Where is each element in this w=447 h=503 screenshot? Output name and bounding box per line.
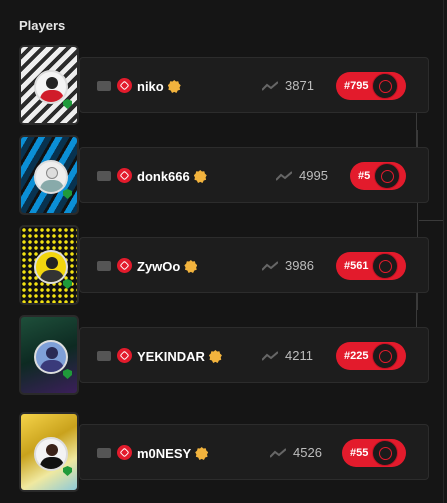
flag-icon <box>97 81 111 91</box>
avatar-portrait <box>34 340 68 374</box>
player-name[interactable]: ZywOo <box>137 259 180 274</box>
player-card[interactable]: m0NESY 4526 #55 <box>79 424 429 480</box>
verified-icon <box>208 350 222 363</box>
faceit-level-icon <box>117 348 132 363</box>
faceit-level-icon <box>117 168 132 183</box>
avatar-portrait <box>34 250 68 284</box>
player-name-wrap[interactable]: m0NESY <box>137 446 209 461</box>
flag-icon <box>97 448 111 458</box>
shield-icon <box>63 279 72 289</box>
divider <box>443 0 444 503</box>
shield-icon <box>63 466 72 476</box>
player-name[interactable]: niko <box>137 79 164 94</box>
rank-badge-icon <box>374 163 401 189</box>
trend-icon <box>262 351 278 361</box>
player-name[interactable]: donk666 <box>137 169 190 184</box>
avatar[interactable] <box>19 412 79 492</box>
bracket-connector <box>419 220 443 221</box>
rank-value: #561 <box>344 260 369 272</box>
elo-value: 4526 <box>293 445 322 460</box>
avatar[interactable] <box>19 315 79 395</box>
elo-value: 4995 <box>299 168 328 183</box>
verified-icon <box>184 260 198 273</box>
rank-pill[interactable]: #561 <box>336 252 406 280</box>
trend-icon <box>270 448 286 458</box>
rank-badge-icon <box>372 73 399 99</box>
faceit-level-icon <box>117 78 132 93</box>
flag-icon <box>97 261 111 271</box>
verified-icon <box>167 80 181 93</box>
rank-value: #225 <box>344 350 369 362</box>
player-name[interactable]: YEKINDAR <box>137 349 205 364</box>
avatar[interactable] <box>19 135 79 215</box>
elo-value: 4211 <box>285 348 313 363</box>
shield-icon <box>63 99 72 109</box>
rank-pill[interactable]: #55 <box>342 439 406 467</box>
rank-pill[interactable]: #5 <box>350 162 406 190</box>
avatar-portrait <box>34 437 68 471</box>
shield-icon <box>63 189 72 199</box>
trend-icon <box>262 261 278 271</box>
rank-value: #795 <box>344 80 369 92</box>
rank-pill[interactable]: #795 <box>336 72 406 100</box>
flag-icon <box>97 171 111 181</box>
player-card[interactable]: YEKINDAR 4211 #225 <box>79 327 429 383</box>
elo-value: 3871 <box>285 78 314 93</box>
section-title: Players <box>19 18 66 33</box>
player-name[interactable]: m0NESY <box>137 446 191 461</box>
trend-icon <box>262 81 278 91</box>
player-name-wrap[interactable]: donk666 <box>137 169 207 184</box>
avatar[interactable] <box>19 45 79 125</box>
avatar-portrait <box>34 70 68 104</box>
rank-badge-icon <box>372 440 399 466</box>
rank-value: #55 <box>350 447 369 459</box>
avatar-portrait <box>34 160 68 194</box>
verified-icon <box>193 170 207 183</box>
rank-pill[interactable]: #225 <box>336 342 406 370</box>
rank-value: #5 <box>358 170 371 182</box>
flag-icon <box>97 351 111 361</box>
trend-icon <box>276 171 292 181</box>
shield-icon <box>63 369 72 379</box>
verified-icon <box>195 447 209 460</box>
player-card[interactable]: ZywOo 3986 #561 <box>79 237 429 293</box>
faceit-level-icon <box>117 258 132 273</box>
player-card[interactable]: donk666 4995 #5 <box>79 147 429 203</box>
rank-badge-icon <box>372 343 399 369</box>
avatar[interactable] <box>19 225 79 305</box>
player-name-wrap[interactable]: ZywOo <box>137 259 198 274</box>
player-name-wrap[interactable]: YEKINDAR <box>137 349 222 364</box>
faceit-level-icon <box>117 445 132 460</box>
player-card[interactable]: niko 3871 #795 <box>79 57 429 113</box>
elo-value: 3986 <box>285 258 314 273</box>
rank-badge-icon <box>372 253 399 279</box>
player-name-wrap[interactable]: niko <box>137 79 181 94</box>
